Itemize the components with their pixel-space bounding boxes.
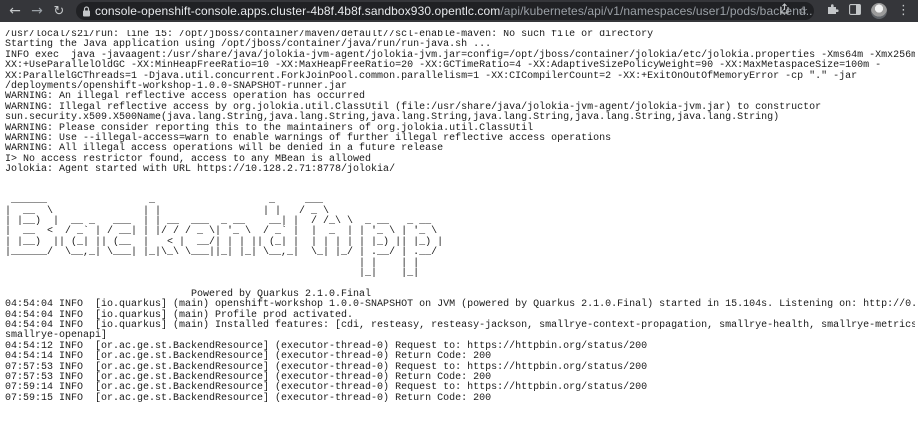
forward-arrow-icon[interactable]: → [26, 0, 48, 22]
ascii-banner-line: |_| |_| [5, 267, 420, 279]
log-line: 04:54:04 INFO [io.quarkus] (main) opensh… [5, 299, 915, 311]
log-line: XX:+UseParallelOldGC -XX:MinHeapFreeRati… [5, 60, 882, 72]
menu-kebab-icon[interactable]: ⋮ [897, 0, 910, 22]
log-line: 04:54:04 INFO [io.quarkus] (main) Instal… [5, 319, 915, 331]
browser-toolbar: ← → ↻ console-openshift-console.apps.clu… [0, 0, 918, 22]
log-line: sun.security.x509.X500Name(java.lang.Str… [5, 112, 780, 124]
url-text[interactable]: console-openshift-console.apps.cluster-4… [95, 4, 814, 18]
back-arrow-icon[interactable]: ← [4, 0, 26, 22]
log-line: Jolokia: Agent started with URL https://… [5, 164, 396, 176]
sidebar-icon[interactable] [849, 0, 861, 22]
url-path: /api/kubernetes/api/v1/namespaces/user1/… [500, 4, 814, 18]
log-output: /usr/local/s2i/run: line 15: /opt/jboss/… [5, 30, 915, 430]
profile-avatar[interactable] [871, 3, 887, 19]
url-host: console-openshift-console.apps.cluster-4… [95, 4, 501, 18]
log-line: 07:59:15 INFO [or.ac.ge.st.BackendResour… [5, 392, 492, 404]
bookmark-star-icon[interactable]: ☆ [798, 3, 808, 19]
extensions-puzzle-icon[interactable] [827, 0, 839, 22]
share-icon[interactable] [779, 3, 790, 19]
lock-icon[interactable] [82, 5, 91, 17]
reload-icon[interactable]: ↻ [48, 0, 70, 22]
address-bar[interactable]: console-openshift-console.apps.cluster-4… [76, 2, 814, 20]
log-line: 04:54:14 INFO [or.ac.ge.st.BackendResour… [5, 351, 492, 363]
